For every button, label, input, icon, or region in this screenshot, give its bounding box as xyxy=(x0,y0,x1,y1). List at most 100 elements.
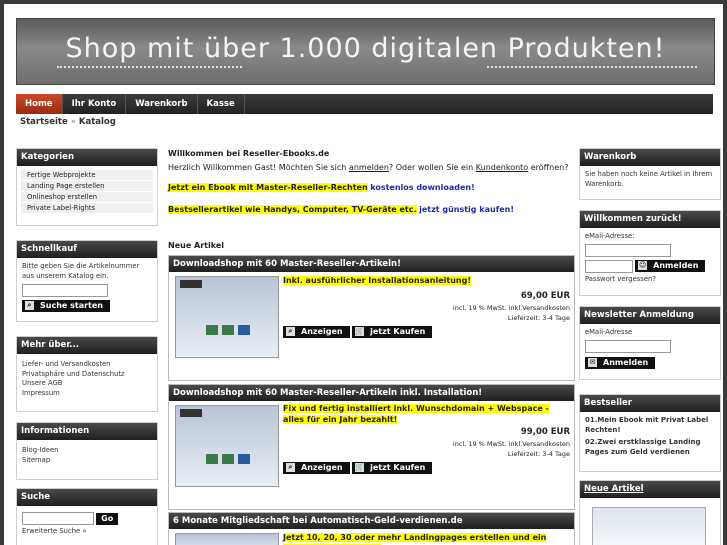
product-image[interactable] xyxy=(175,276,279,358)
product-title[interactable]: 6 Monate Mitgliedschaft bei Automatisch-… xyxy=(169,513,574,529)
newsletter-title: Newsletter Anmeldung xyxy=(580,307,720,324)
login-email-label: eMail-Adresse: xyxy=(585,232,635,240)
more-link[interactable]: Unsere AGB xyxy=(22,379,152,389)
buy-button[interactable]: 🛒 jetzt Kaufen xyxy=(352,326,433,338)
nav-home[interactable]: Home xyxy=(16,94,63,114)
promo-line-1: Jetzt ein Ebook mit Master-Reseller-Rech… xyxy=(168,183,475,192)
welcome-text-a: Herzlich Willkommen Gast! Möchten Sie si… xyxy=(168,163,347,172)
product-desc: Jetzt 10, 20, 30 oder mehr Landingpages … xyxy=(283,532,563,545)
login-title: Willkommen zurück! xyxy=(580,211,720,228)
cart-icon: 🛒 xyxy=(355,327,365,336)
product-desc-text: Jetzt 10, 20, 30 oder mehr Landingpages … xyxy=(283,533,547,545)
promo-line-2: Bestsellerartikel wie Handys, Computer, … xyxy=(168,205,514,214)
new-item-image[interactable] xyxy=(592,507,706,545)
nav-account[interactable]: Ihr Konto xyxy=(63,94,127,114)
category-item[interactable]: Landing Page erstellen xyxy=(21,181,153,192)
new-items-heading: Neue Artikel xyxy=(168,241,225,250)
search-icon: ⌕ xyxy=(25,301,34,310)
login-button[interactable]: ☺ Anmelden xyxy=(635,260,706,272)
product-title[interactable]: Downloadshop mit 60 Master-Reseller-Arti… xyxy=(169,256,574,272)
search-go-button[interactable]: Go xyxy=(96,512,119,525)
category-item[interactable]: Private Label-Rights xyxy=(21,203,153,214)
password-field[interactable] xyxy=(585,259,633,273)
newsletter-email-field[interactable] xyxy=(585,339,671,353)
quickbuy-button[interactable]: ⌕ Suche starten xyxy=(22,300,110,312)
quickbuy-input[interactable] xyxy=(22,284,108,297)
new-items-box: Neue Artikel xyxy=(579,480,721,545)
cart-title: Warenkorb xyxy=(580,149,720,166)
nav-checkout[interactable]: Kasse xyxy=(198,94,245,114)
quickbuy-title: Schnellkauf xyxy=(17,241,157,258)
user-icon: ☺ xyxy=(638,261,648,270)
newsletter-box: Newsletter Anmeldung eMail-Adresse ✉ Anme… xyxy=(579,306,721,380)
category-item[interactable]: Fertige Webprojekte xyxy=(21,170,153,181)
product-desc: Inkl. ausführlicher Installationsanleitu… xyxy=(283,276,471,285)
promo-link[interactable]: jetzt günstig kaufen! xyxy=(419,205,514,214)
product-card: 6 Monate Mitgliedschaft bei Automatisch-… xyxy=(168,512,575,545)
buy-button[interactable]: 🛒 jetzt Kaufen xyxy=(352,462,433,474)
categories-title: Kategorien xyxy=(17,149,157,166)
quickbuy-text: Bitte geben Sie die Artikelnummer aus un… xyxy=(22,262,140,280)
header-banner: Shop mit über 1.000 digitalen Produkten! xyxy=(16,18,715,85)
cart-icon: 🛒 xyxy=(355,463,365,472)
welcome-title: Willkommen bei Reseller-Ebooks.de xyxy=(168,149,330,158)
product-delivery: Lieferzeit: 3-4 Tage xyxy=(507,314,570,322)
new-items-title[interactable]: Neue Artikel xyxy=(580,481,720,498)
search-icon: ⌕ xyxy=(286,463,295,472)
bestseller-title: Bestseller xyxy=(580,395,720,412)
forgot-password-link[interactable]: Passwort vergessen? xyxy=(585,275,715,285)
welcome-text-c: eröffnen? xyxy=(530,163,569,172)
banner-title: Shop mit über 1.000 digitalen Produkten! xyxy=(65,33,666,64)
bestseller-item[interactable]: 01.Mein Ebook mit Privat Label Rechten! xyxy=(585,416,715,435)
promo-link[interactable]: kostenlos downloaden! xyxy=(370,183,475,192)
email-field[interactable] xyxy=(585,243,671,257)
product-title[interactable]: Downloadshop mit 60 Master-Reseller-Arti… xyxy=(169,385,574,401)
search-box: Suche Go Erweiterte Suche » xyxy=(16,488,158,545)
banner-decor xyxy=(57,66,242,70)
login-link[interactable]: anmelden xyxy=(349,163,389,172)
nav-cart[interactable]: Warenkorb xyxy=(126,94,198,114)
details-button[interactable]: ⌕ Anzeigen xyxy=(283,326,350,338)
product-price: 69,00 EUR xyxy=(520,291,570,301)
product-desc: Fix und fertig installiert inkl. Wunschd… xyxy=(283,403,563,425)
product-image[interactable] xyxy=(175,533,279,545)
more-link[interactable]: Liefer- und Versandkosten xyxy=(22,360,152,370)
login-button-label: Anmelden xyxy=(653,261,699,270)
info-link[interactable]: Sitemap xyxy=(22,456,152,466)
quickbuy-box: Schnellkauf Bitte geben Sie die Artikeln… xyxy=(16,240,158,322)
category-item[interactable]: Onlineshop erstellen xyxy=(21,192,153,203)
promo-highlight: Bestsellerartikel wie Handys, Computer, … xyxy=(168,205,417,214)
breadcrumb-home[interactable]: Startseite xyxy=(20,117,68,127)
quickbuy-button-label: Suche starten xyxy=(40,301,103,310)
promo-highlight: Jetzt ein Ebook mit Master-Reseller-Rech… xyxy=(168,183,368,192)
buy-label: jetzt Kaufen xyxy=(370,327,426,336)
page: Shop mit über 1.000 digitalen Produkten!… xyxy=(4,4,723,545)
buy-label: jetzt Kaufen xyxy=(370,463,426,472)
info-link[interactable]: Blog-Ideen xyxy=(22,446,152,456)
more-link[interactable]: Privatsphäre und Datenschutz xyxy=(22,370,152,380)
banner-decor xyxy=(487,66,697,70)
account-link[interactable]: Kundenkonto xyxy=(476,163,528,172)
newsletter-button-label: Anmelden xyxy=(603,357,649,367)
bestseller-box: Bestseller 01.Mein Ebook mit Privat Labe… xyxy=(579,394,721,472)
product-desc-text: Fix und fertig installiert inkl. Wunschd… xyxy=(283,404,549,424)
newsletter-button[interactable]: ✉ Anmelden xyxy=(585,356,656,369)
details-label: Anzeigen xyxy=(301,327,343,336)
advanced-search-link[interactable]: Erweiterte Suche » xyxy=(22,527,152,537)
more-box: Mehr über... Liefer- und Versandkosten P… xyxy=(16,336,158,412)
product-price: 99,00 EUR xyxy=(520,427,570,437)
categories-box: Kategorien Fertige Webprojekte Landing P… xyxy=(16,148,158,226)
welcome-text: Herzlich Willkommen Gast! Möchten Sie si… xyxy=(168,163,568,172)
search-input[interactable] xyxy=(22,512,94,525)
cart-text: Sie haben noch keine Artikel in Ihrem Wa… xyxy=(585,170,713,188)
more-link[interactable]: Impressum xyxy=(22,389,152,399)
details-label: Anzeigen xyxy=(301,463,343,472)
breadcrumb-current[interactable]: Katalog xyxy=(79,117,116,127)
info-box: Informationen Blog-Ideen Sitemap xyxy=(16,422,158,480)
details-button[interactable]: ⌕ Anzeigen xyxy=(283,462,350,474)
product-delivery: Lieferzeit: 3-4 Tage xyxy=(507,450,570,458)
product-image[interactable] xyxy=(175,405,279,487)
search-icon: ⌕ xyxy=(286,327,295,336)
bestseller-item[interactable]: 02.Zwei erstklassige Landing Pages zum G… xyxy=(585,438,715,457)
main-nav: Home Ihr Konto Warenkorb Kasse xyxy=(16,94,713,114)
